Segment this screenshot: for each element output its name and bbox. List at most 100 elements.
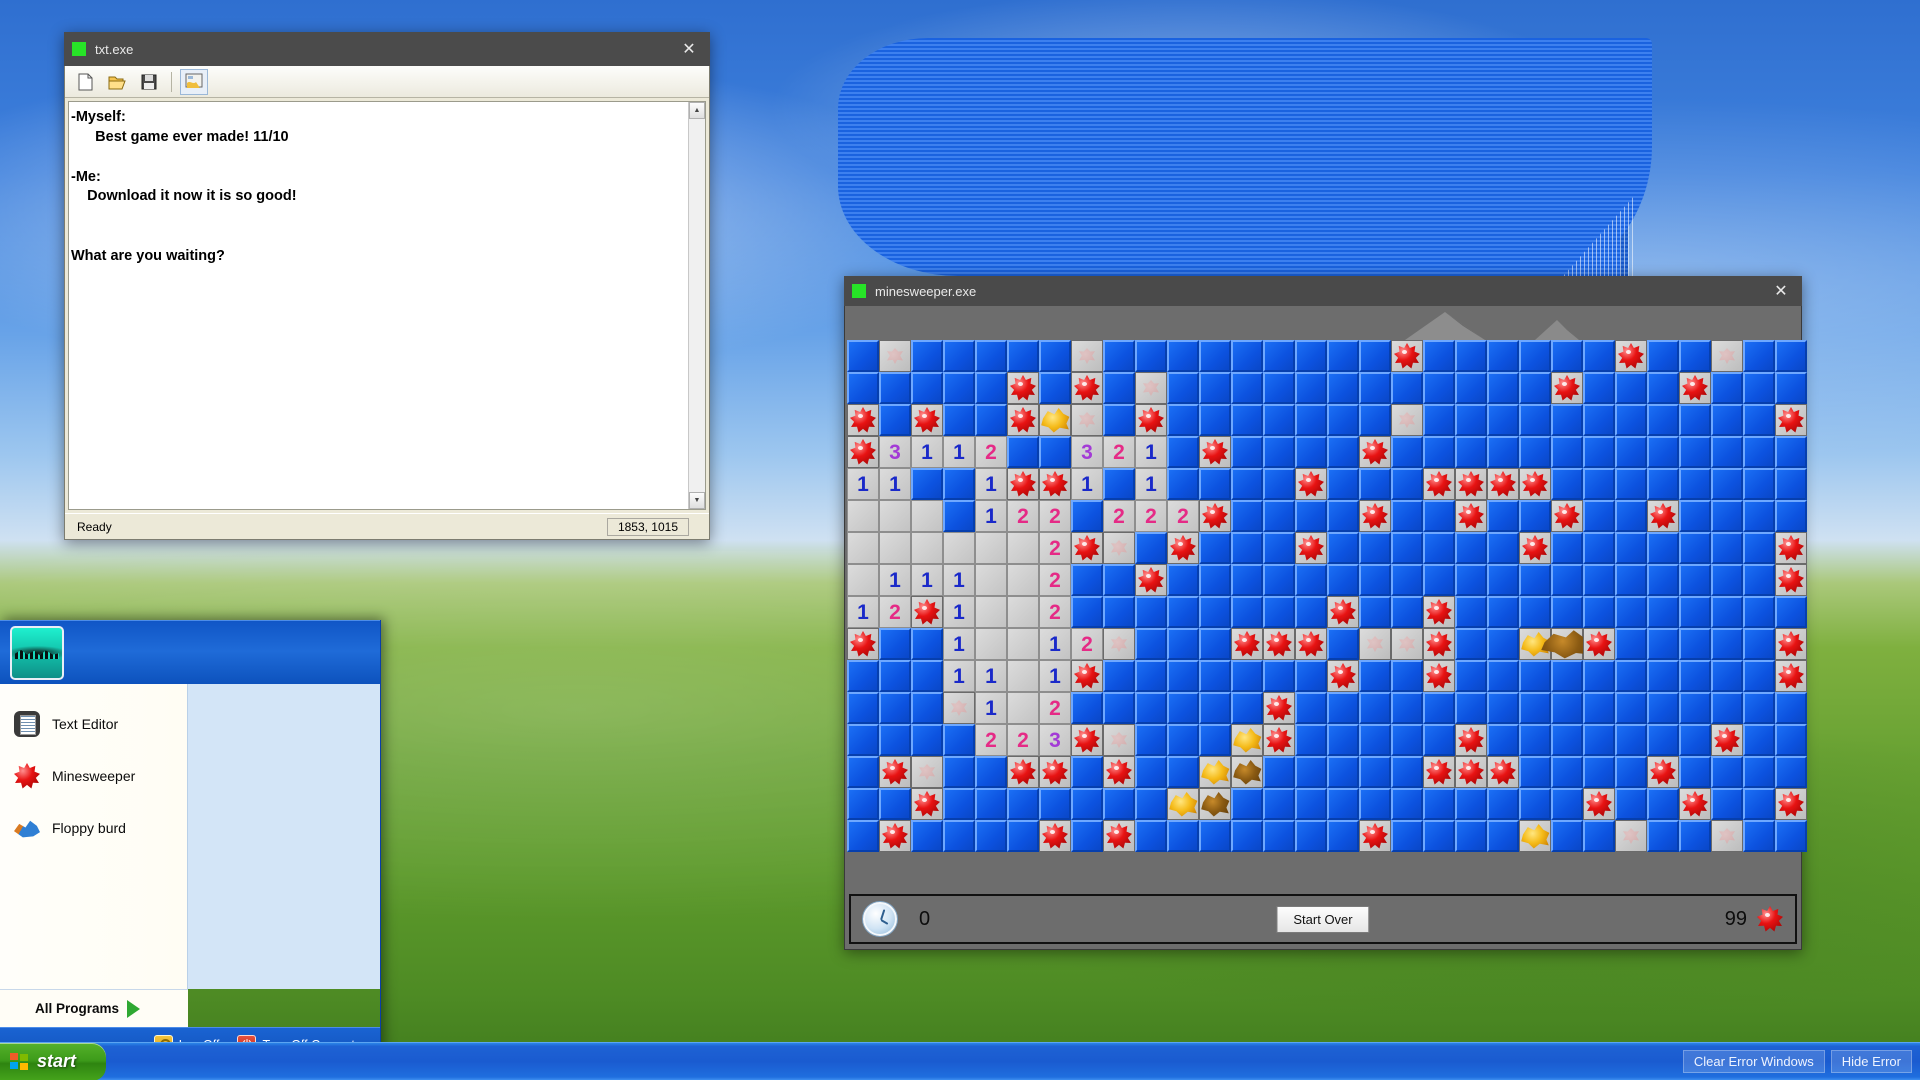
grid-cell-mine[interactable]	[1775, 660, 1807, 692]
grid-cell-explosion[interactable]	[1039, 404, 1071, 436]
grid-cell-hidden[interactable]	[1455, 532, 1487, 564]
grid-cell-number[interactable]: 1	[1039, 660, 1071, 692]
grid-cell-hidden[interactable]	[1391, 756, 1423, 788]
grid-cell-hidden[interactable]	[879, 692, 911, 724]
grid-cell-hidden[interactable]	[1455, 372, 1487, 404]
grid-cell-hidden[interactable]	[1231, 404, 1263, 436]
grid-cell-hidden[interactable]	[1327, 724, 1359, 756]
grid-cell-hidden[interactable]	[1583, 820, 1615, 852]
grid-cell-mine[interactable]	[1775, 564, 1807, 596]
grid-cell-explosion[interactable]	[1231, 756, 1263, 788]
grid-cell-mine[interactable]	[1487, 468, 1519, 500]
grid-cell-number[interactable]: 1	[975, 692, 1007, 724]
grid-cell-number[interactable]: 3	[879, 436, 911, 468]
grid-cell-mine[interactable]	[1295, 628, 1327, 660]
grid-cell-hidden[interactable]	[1551, 532, 1583, 564]
grid-cell-hidden[interactable]	[1647, 596, 1679, 628]
grid-cell-hidden[interactable]	[1679, 596, 1711, 628]
grid-cell-hidden[interactable]	[1743, 788, 1775, 820]
grid-cell-hidden[interactable]	[847, 692, 879, 724]
grid-cell-hidden[interactable]	[1711, 596, 1743, 628]
grid-cell-hidden[interactable]	[1711, 468, 1743, 500]
grid-cell-hidden[interactable]	[1647, 372, 1679, 404]
grid-cell-mine[interactable]	[911, 596, 943, 628]
grid-cell-hidden[interactable]	[1583, 660, 1615, 692]
grid-cell-hidden[interactable]	[1327, 500, 1359, 532]
grid-cell-hidden[interactable]	[1263, 820, 1295, 852]
grid-cell-number[interactable]: 2	[1039, 692, 1071, 724]
grid-cell-hidden[interactable]	[911, 692, 943, 724]
grid-cell-empty[interactable]	[1007, 564, 1039, 596]
grid-cell-mine[interactable]	[847, 436, 879, 468]
grid-cell-hidden[interactable]	[1711, 372, 1743, 404]
grid-cell-number[interactable]: 3	[1071, 436, 1103, 468]
grid-cell-hidden[interactable]	[1743, 436, 1775, 468]
grid-cell-hidden[interactable]	[1391, 660, 1423, 692]
grid-cell-number[interactable]: 2	[1103, 500, 1135, 532]
grid-cell-hidden[interactable]	[1743, 372, 1775, 404]
scroll-up-icon[interactable]: ▲	[689, 102, 705, 119]
grid-cell-hidden[interactable]	[1487, 372, 1519, 404]
grid-cell-hidden[interactable]	[1487, 724, 1519, 756]
grid-cell-mine[interactable]	[1519, 468, 1551, 500]
grid-cell-hidden[interactable]	[1359, 468, 1391, 500]
grid-cell-hidden[interactable]	[1647, 628, 1679, 660]
grid-cell-hidden[interactable]	[943, 340, 975, 372]
grid-cell-number[interactable]: 1	[847, 596, 879, 628]
grid-cell-hidden[interactable]	[879, 628, 911, 660]
grid-cell-hidden[interactable]	[943, 724, 975, 756]
grid-cell-mine[interactable]	[911, 404, 943, 436]
grid-cell-hidden[interactable]	[1679, 820, 1711, 852]
grid-cell-hidden[interactable]	[1167, 436, 1199, 468]
grid-cell-hidden[interactable]	[1391, 564, 1423, 596]
grid-cell-empty[interactable]	[1007, 692, 1039, 724]
grid-cell-hidden[interactable]	[1647, 404, 1679, 436]
scroll-down-icon[interactable]: ▼	[689, 492, 705, 509]
grid-cell-mine[interactable]	[1007, 404, 1039, 436]
grid-cell-mine[interactable]	[1583, 628, 1615, 660]
grid-cell-hidden[interactable]	[943, 788, 975, 820]
grid-cell-flag-ghost[interactable]	[1711, 340, 1743, 372]
grid-cell-hidden[interactable]	[1647, 660, 1679, 692]
grid-cell-hidden[interactable]	[1423, 532, 1455, 564]
grid-cell-hidden[interactable]	[1647, 820, 1679, 852]
grid-cell-flag-ghost[interactable]	[1711, 820, 1743, 852]
grid-cell-explosion[interactable]	[1167, 788, 1199, 820]
grid-cell-hidden[interactable]	[1103, 660, 1135, 692]
grid-cell-hidden[interactable]	[1551, 596, 1583, 628]
grid-cell-hidden[interactable]	[1231, 468, 1263, 500]
grid-cell-hidden[interactable]	[1647, 340, 1679, 372]
grid-cell-hidden[interactable]	[847, 724, 879, 756]
grid-cell-hidden[interactable]	[1647, 692, 1679, 724]
grid-cell-hidden[interactable]	[1391, 788, 1423, 820]
grid-cell-number[interactable]: 2	[1039, 532, 1071, 564]
grid-cell-hidden[interactable]	[1167, 468, 1199, 500]
grid-cell-hidden[interactable]	[1455, 820, 1487, 852]
grid-cell-number[interactable]: 1	[1039, 628, 1071, 660]
grid-cell-hidden[interactable]	[1743, 532, 1775, 564]
grid-cell-flag-ghost[interactable]	[1103, 628, 1135, 660]
grid-cell-hidden[interactable]	[1135, 820, 1167, 852]
grid-cell-hidden[interactable]	[1359, 532, 1391, 564]
grid-cell-empty[interactable]	[1007, 660, 1039, 692]
grid-cell-hidden[interactable]	[1583, 756, 1615, 788]
grid-cell-hidden[interactable]	[1359, 340, 1391, 372]
grid-cell-hidden[interactable]	[1007, 788, 1039, 820]
grid-cell-hidden[interactable]	[1263, 468, 1295, 500]
grid-cell-hidden[interactable]	[1487, 596, 1519, 628]
grid-cell-number[interactable]: 1	[1135, 468, 1167, 500]
grid-cell-mine[interactable]	[1519, 532, 1551, 564]
grid-cell-empty[interactable]	[879, 500, 911, 532]
grid-cell-hidden[interactable]	[1487, 628, 1519, 660]
grid-cell-hidden[interactable]	[1263, 660, 1295, 692]
grid-cell-hidden[interactable]	[1231, 500, 1263, 532]
grid-cell-hidden[interactable]	[1743, 500, 1775, 532]
grid-cell-hidden[interactable]	[1679, 532, 1711, 564]
grid-cell-mine[interactable]	[1391, 340, 1423, 372]
all-programs-button[interactable]: All Programs	[0, 989, 188, 1027]
grid-cell-hidden[interactable]	[1775, 436, 1807, 468]
grid-cell-hidden[interactable]	[1167, 692, 1199, 724]
grid-cell-hidden[interactable]	[1295, 564, 1327, 596]
grid-cell-empty[interactable]	[847, 532, 879, 564]
grid-cell-mine[interactable]	[1775, 404, 1807, 436]
